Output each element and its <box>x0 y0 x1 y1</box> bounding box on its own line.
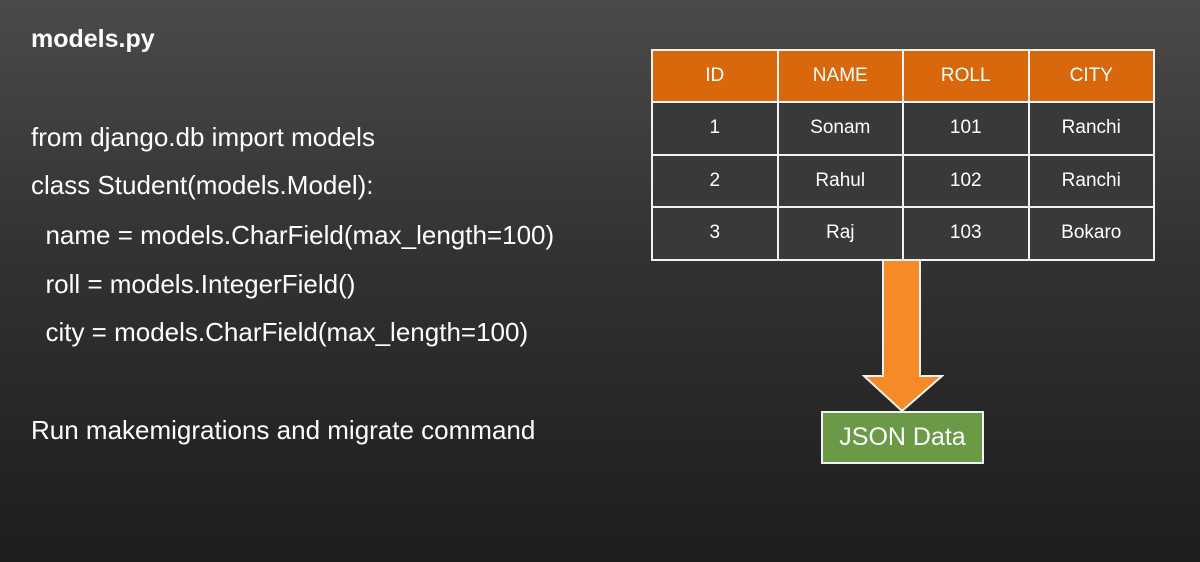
cell: Rahul <box>776 153 904 208</box>
cell: 103 <box>902 206 1030 261</box>
down-arrow-icon <box>862 259 944 413</box>
json-data-box: JSON Data <box>821 411 984 464</box>
cell: 3 <box>651 206 779 261</box>
table-header-row: ID NAME ROLL CITY <box>651 49 1155 103</box>
cell: Sonam <box>776 101 904 156</box>
header-cell: ROLL <box>902 49 1030 103</box>
header-cell: NAME <box>776 49 904 103</box>
cell: 102 <box>902 153 1030 208</box>
code-line: roll = models.IntegerField() <box>31 269 356 299</box>
cell: 2 <box>651 153 779 208</box>
header-cell: ID <box>651 49 779 103</box>
cell: Raj <box>776 206 904 261</box>
note-text: Run makemigrations and migrate command <box>31 415 536 445</box>
cell: Ranchi <box>1027 101 1155 156</box>
slide-title: models.py <box>31 25 155 53</box>
cell: 1 <box>651 101 779 156</box>
table-row: 2 Rahul 102 Ranchi <box>651 153 1155 208</box>
table-row: 1 Sonam 101 Ranchi <box>651 101 1155 156</box>
code-line: city = models.CharField(max_length=100) <box>31 317 529 347</box>
cell: 101 <box>902 101 1030 156</box>
student-table: ID NAME ROLL CITY 1 Sonam 101 Ranchi 2 R… <box>651 49 1155 261</box>
header-cell: CITY <box>1027 49 1155 103</box>
code-line: class Student(models.Model): <box>31 170 374 200</box>
code-line: from django.db import models <box>31 122 375 152</box>
code-line: name = models.CharField(max_length=100) <box>31 220 555 250</box>
table-row: 3 Raj 103 Bokaro <box>651 206 1155 261</box>
cell: Ranchi <box>1027 153 1155 208</box>
cell: Bokaro <box>1027 206 1155 261</box>
